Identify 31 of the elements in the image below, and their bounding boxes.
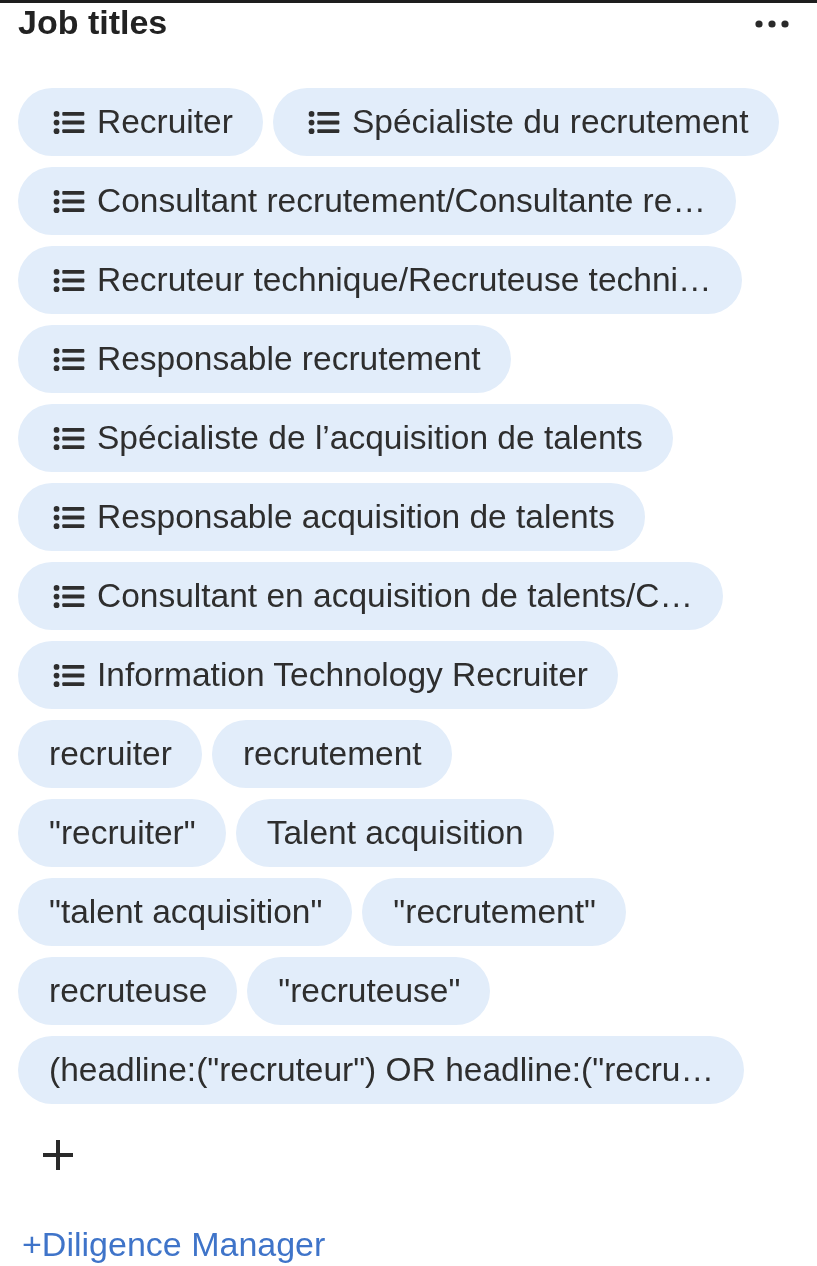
list-icon bbox=[53, 663, 85, 687]
job-title-tag[interactable]: (headline:("recruteur") OR headline:("recru… bbox=[18, 1036, 744, 1104]
job-title-tag[interactable]: "recruiter" bbox=[18, 799, 226, 867]
add-icon[interactable] bbox=[43, 1140, 73, 1170]
job-title-tag[interactable]: Consultant recrutement/Consultante re… bbox=[18, 167, 736, 235]
job-title-tag[interactable]: Responsable recrutement bbox=[18, 325, 511, 393]
list-icon bbox=[53, 189, 85, 213]
job-title-tag[interactable]: recruiter bbox=[18, 720, 202, 788]
job-title-tag[interactable]: Consultant en acquisition de talents/C… bbox=[18, 562, 723, 630]
job-title-tag[interactable]: Spécialiste du recrutement bbox=[272, 88, 779, 156]
diligence-manager-link[interactable]: +Diligence Manager bbox=[22, 1224, 326, 1264]
panel-title: Job titles bbox=[18, 4, 168, 40]
list-icon bbox=[53, 426, 85, 450]
job-title-tag[interactable]: recruteuse bbox=[18, 957, 238, 1025]
job-title-tag[interactable]: Responsable acquisition de talents bbox=[18, 483, 645, 551]
list-icon bbox=[53, 347, 85, 371]
list-icon bbox=[53, 268, 85, 292]
list-icon bbox=[307, 110, 340, 134]
job-title-tag[interactable]: recrutement bbox=[211, 720, 452, 788]
job-title-tag[interactable]: Recruiter bbox=[18, 88, 263, 156]
list-icon bbox=[53, 584, 85, 608]
job-title-tag[interactable]: Recruteur technique/Recruteuse techni… bbox=[18, 246, 742, 314]
more-options-icon[interactable] bbox=[755, 20, 789, 28]
list-icon bbox=[53, 505, 85, 529]
job-title-tag[interactable]: "recruteuse" bbox=[247, 957, 491, 1025]
job-title-tag[interactable]: "recrutement" bbox=[362, 878, 626, 946]
job-title-tag[interactable]: Spécialiste de l’acquisition de talents bbox=[18, 404, 673, 472]
job-title-tag[interactable]: Information Technology Recruiter bbox=[18, 641, 618, 709]
job-title-tag[interactable]: Talent acquisition bbox=[235, 799, 554, 867]
job-title-tag[interactable]: "talent acquisition" bbox=[18, 878, 353, 946]
list-icon bbox=[53, 110, 85, 134]
